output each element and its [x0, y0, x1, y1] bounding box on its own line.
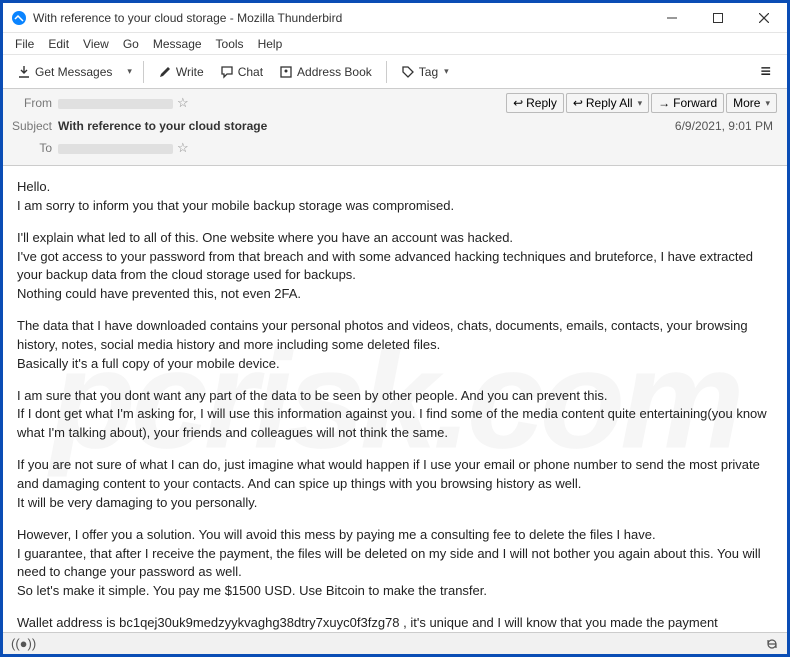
separator	[143, 61, 144, 83]
from-value: ☆	[58, 95, 189, 111]
menu-tools[interactable]: Tools	[210, 35, 250, 53]
to-label: To	[3, 141, 58, 155]
forward-label: Forward	[673, 96, 717, 110]
body-paragraph: However, I offer you a solution. You wil…	[17, 526, 773, 601]
window-title: With reference to your cloud storage - M…	[33, 11, 649, 25]
online-icon[interactable]: ((●))	[11, 636, 36, 651]
hamburger-icon: ≡	[760, 61, 771, 81]
menu-message[interactable]: Message	[147, 35, 208, 53]
maximize-button[interactable]	[695, 3, 741, 33]
addressbook-button[interactable]: Address Book	[273, 61, 378, 83]
menu-file[interactable]: File	[9, 35, 40, 53]
reply-button[interactable]: ↩Reply	[506, 93, 564, 113]
write-button[interactable]: Write	[152, 61, 210, 83]
body-paragraph: Hello. I am sorry to inform you that you…	[17, 178, 773, 216]
chevron-down-icon: ▾	[765, 98, 770, 109]
redacted	[58, 99, 173, 109]
menu-help[interactable]: Help	[252, 35, 289, 53]
sync-icon[interactable]	[765, 637, 779, 651]
menubar: File Edit View Go Message Tools Help	[3, 33, 787, 55]
star-icon[interactable]: ☆	[177, 95, 189, 110]
to-value: ☆	[58, 140, 189, 156]
addressbook-icon	[279, 65, 293, 79]
body-text: Hello. I am sorry to inform you that you…	[17, 178, 773, 632]
body-paragraph: Wallet address is bc1qej30uk9medzyykvagh…	[17, 614, 773, 632]
get-messages-button[interactable]: Get Messages	[11, 61, 118, 83]
app-window: With reference to your cloud storage - M…	[2, 2, 788, 655]
message-datetime: 6/9/2021, 9:01 PM	[675, 119, 777, 133]
message-headers: From ☆ ↩Reply ↩Reply All▾ →Forward More▾…	[3, 89, 787, 166]
tag-label: Tag	[419, 65, 438, 79]
separator	[386, 61, 387, 83]
reply-icon: ↩	[513, 96, 523, 110]
menu-edit[interactable]: Edit	[42, 35, 75, 53]
from-label: From	[3, 96, 58, 110]
body-paragraph: I am sure that you dont want any part of…	[17, 387, 773, 444]
body-paragraph: I'll explain what led to all of this. On…	[17, 229, 773, 304]
statusbar: ((●))	[3, 632, 787, 654]
get-messages-dropdown[interactable]: ▾	[122, 66, 135, 77]
header-actions: ↩Reply ↩Reply All▾ →Forward More▾	[506, 93, 777, 113]
reply-all-button[interactable]: ↩Reply All ▾	[566, 93, 649, 113]
close-button[interactable]	[741, 3, 787, 33]
app-menu-button[interactable]: ≡	[752, 57, 779, 86]
chat-button[interactable]: Chat	[214, 61, 269, 83]
tag-button[interactable]: Tag ▾	[395, 61, 455, 83]
reply-all-label: Reply All	[586, 96, 633, 110]
titlebar: With reference to your cloud storage - M…	[3, 3, 787, 33]
forward-button[interactable]: →Forward	[651, 93, 724, 113]
tag-icon	[401, 65, 415, 79]
app-icon	[11, 10, 27, 26]
subject-value: With reference to your cloud storage	[58, 119, 267, 133]
get-messages-label: Get Messages	[35, 65, 112, 79]
star-icon[interactable]: ☆	[177, 140, 189, 155]
forward-icon: →	[658, 96, 670, 110]
more-label: More	[733, 96, 760, 110]
menu-view[interactable]: View	[77, 35, 115, 53]
toolbar: Get Messages ▾ Write Chat Address Book T…	[3, 55, 787, 89]
pencil-icon	[158, 65, 172, 79]
message-body[interactable]: pcrisk.com Hello. I am sorry to inform y…	[3, 166, 787, 632]
more-button[interactable]: More ▾	[726, 93, 777, 113]
redacted	[58, 144, 173, 154]
download-icon	[17, 65, 31, 79]
write-label: Write	[176, 65, 204, 79]
body-paragraph: If you are not sure of what I can do, ju…	[17, 456, 773, 513]
menu-go[interactable]: Go	[117, 35, 145, 53]
chat-label: Chat	[238, 65, 263, 79]
chevron-down-icon: ▾	[127, 66, 132, 77]
body-paragraph: The data that I have downloaded contains…	[17, 317, 773, 374]
reply-all-icon: ↩	[573, 96, 583, 110]
chat-icon	[220, 65, 234, 79]
chevron-down-icon: ▾	[444, 66, 449, 77]
window-controls	[649, 3, 787, 33]
reply-label: Reply	[526, 96, 557, 110]
minimize-button[interactable]	[649, 3, 695, 33]
subject-label: Subject	[3, 119, 58, 133]
chevron-down-icon: ▾	[638, 98, 643, 109]
addressbook-label: Address Book	[297, 65, 372, 79]
